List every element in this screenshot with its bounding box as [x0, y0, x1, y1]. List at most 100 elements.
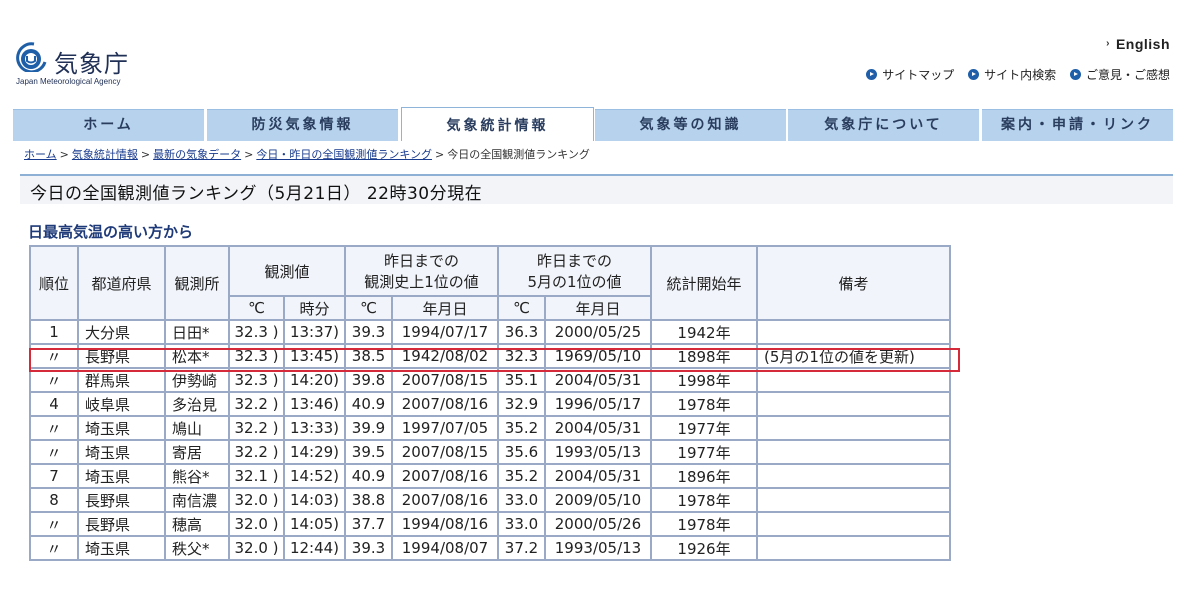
- rank-cell: 〃: [29, 535, 79, 561]
- english-link-label: English: [1115, 36, 1170, 52]
- header-may-line1: 昨日までの: [536, 252, 612, 270]
- may-date-cell: 1969/05/10: [544, 343, 652, 369]
- hist-date-cell: 1994/07/17: [391, 319, 499, 345]
- hist-date-cell: 2007/08/16: [391, 463, 499, 489]
- prefecture-cell: 岐阜県: [77, 391, 166, 417]
- prefecture-cell: 群馬県: [77, 367, 166, 393]
- subheader-celsius: ℃: [228, 295, 285, 321]
- may-date-cell: 1996/05/17: [544, 391, 652, 417]
- subheader-date: 年月日: [391, 295, 499, 321]
- may-date-cell: 2004/05/31: [544, 367, 652, 393]
- rank-cell: 1: [29, 319, 79, 345]
- may-date-cell: 2004/05/31: [544, 415, 652, 441]
- may-temp-cell: 36.3: [497, 319, 546, 345]
- table-row: 7 埼玉県 熊谷* 32.1 ) 14:52) 40.9 2007/08/16 35.2 200…: [29, 463, 951, 489]
- hist-date-cell: 2007/08/15: [391, 439, 499, 465]
- start-year-cell: 1978年: [650, 391, 758, 417]
- breadcrumb-statistics[interactable]: 気象統計情報: [72, 148, 138, 161]
- nav-tab-about[interactable]: 気象庁について: [788, 109, 979, 141]
- table-row: 〃埼玉県 寄居 32.2 ) 14:29) 39.5 2007/08/15 35.6 1993…: [29, 439, 951, 465]
- page-title-box: 今日の全国観測値ランキング（5月21日） 22時30分現在: [20, 174, 1173, 204]
- start-year-cell: 1926年: [650, 535, 758, 561]
- time-cell: 13:33): [283, 415, 346, 441]
- time-cell: 12:44): [283, 535, 346, 561]
- prefecture-cell: 埼玉県: [77, 415, 166, 441]
- site-search-link-label: サイト内検索: [984, 68, 1057, 82]
- jma-logo-mark-icon: [16, 42, 47, 72]
- rank-cell: 8: [29, 487, 79, 513]
- feedback-link[interactable]: ご意見・ご感想: [1069, 68, 1170, 82]
- breadcrumb-ranking-index[interactable]: 今日・昨日の全国観測値ランキング: [256, 148, 432, 161]
- nav-tab-links[interactable]: 案内・申請・リンク: [982, 109, 1173, 141]
- station-cell: 南信濃: [164, 487, 230, 513]
- subheader-date: 年月日: [544, 295, 652, 321]
- hist-temp-cell: 39.3: [344, 319, 393, 345]
- breadcrumb-separator: >: [140, 148, 151, 161]
- may-temp-cell: 33.0: [497, 511, 546, 537]
- note-cell: [756, 463, 951, 489]
- ranking-table: 順位 都道府県 観測所 観測値 昨日までの 観測史上1位の値 昨日までの 5月の1位…: [29, 245, 951, 561]
- may-date-cell: 2004/05/31: [544, 463, 652, 489]
- prefecture-cell: 埼玉県: [77, 463, 166, 489]
- hist-temp-cell: 40.9: [344, 463, 393, 489]
- rank-cell: 〃: [29, 415, 79, 441]
- nav-tab-knowledge[interactable]: 気象等の知識: [595, 109, 786, 141]
- hist-temp-cell: 39.9: [344, 415, 393, 441]
- header-start-year: 統計開始年: [650, 245, 758, 321]
- note-cell: [756, 511, 951, 537]
- time-cell: 14:05): [283, 511, 346, 537]
- hist-date-cell: 1942/08/02: [391, 343, 499, 369]
- station-cell: 鳩山: [164, 415, 230, 441]
- station-cell: 熊谷*: [164, 463, 230, 489]
- time-cell: 13:45): [283, 343, 346, 369]
- may-temp-cell: 37.2: [497, 535, 546, 561]
- prefecture-cell: 長野県: [77, 343, 166, 369]
- note-cell: [756, 367, 951, 393]
- header-note: 備考: [756, 245, 951, 321]
- temp-cell: 32.2 ): [228, 415, 285, 441]
- jma-logo[interactable]: 気象庁 Japan Meteorological Agency: [14, 40, 154, 90]
- table-row: 〃長野県 穂高 32.0 ) 14:05) 37.7 1994/08/16 33.0 2000…: [29, 511, 951, 537]
- site-search-link[interactable]: サイト内検索: [968, 68, 1056, 82]
- header-historical-line2: 観測史上1位の値: [364, 273, 479, 291]
- note-cell: [756, 415, 951, 441]
- breadcrumb-latest-data[interactable]: 最新の気象データ: [153, 148, 241, 161]
- feedback-link-label: ご意見・ご感想: [1085, 68, 1170, 82]
- page-title: 今日の全国観測値ランキング（5月21日） 22時30分現在: [30, 184, 483, 204]
- hist-temp-cell: 39.8: [344, 367, 393, 393]
- breadcrumb-home[interactable]: ホーム: [24, 148, 57, 161]
- nav-tab-statistics[interactable]: 気象統計情報: [401, 107, 594, 141]
- may-date-cell: 2000/05/25: [544, 319, 652, 345]
- header-historical-line1: 昨日までの: [383, 252, 459, 270]
- rank-cell: 〃: [29, 367, 79, 393]
- table-row: 〃埼玉県 秩父* 32.0 ) 12:44) 39.3 1994/08/07 37.2 199…: [29, 535, 951, 561]
- sitemap-link-label: サイトマップ: [882, 68, 955, 82]
- may-date-cell: 1993/05/13: [544, 439, 652, 465]
- breadcrumb-separator: >: [59, 148, 69, 161]
- hist-date-cell: 2007/08/16: [391, 391, 499, 417]
- may-date-cell: 1993/05/13: [544, 535, 652, 561]
- station-cell: 秩父*: [164, 535, 230, 561]
- utility-links: サイトマップ サイト内検索 ご意見・ご感想: [856, 66, 1170, 83]
- table-row: 〃埼玉県 鳩山 32.2 ) 13:33) 39.9 1997/07/05 35.2 2004…: [29, 415, 951, 441]
- time-cell: 14:20): [283, 367, 346, 393]
- header-rank: 順位: [29, 245, 79, 321]
- temp-cell: 32.0 ): [228, 511, 285, 537]
- temp-cell: 32.3 ): [228, 319, 285, 345]
- logo-title: 気象庁: [54, 50, 129, 78]
- station-cell: 寄居: [164, 439, 230, 465]
- station-cell: 松本*: [164, 343, 230, 369]
- may-date-cell: 2000/05/26: [544, 511, 652, 537]
- header-may-record: 昨日までの 5月の1位の値: [497, 245, 652, 297]
- nav-tab-disaster-info[interactable]: 防災気象情報: [207, 109, 398, 141]
- nav-tab-home[interactable]: ホーム: [13, 109, 204, 141]
- prefecture-cell: 長野県: [77, 511, 166, 537]
- hist-temp-cell: 39.5: [344, 439, 393, 465]
- arrow-right-icon: ›: [1106, 38, 1110, 49]
- time-cell: 14:03): [283, 487, 346, 513]
- english-link[interactable]: › English: [1106, 36, 1170, 52]
- sitemap-link[interactable]: サイトマップ: [866, 68, 954, 82]
- rank-cell: 〃: [29, 439, 79, 465]
- time-cell: 14:29): [283, 439, 346, 465]
- start-year-cell: 1942年: [650, 319, 758, 345]
